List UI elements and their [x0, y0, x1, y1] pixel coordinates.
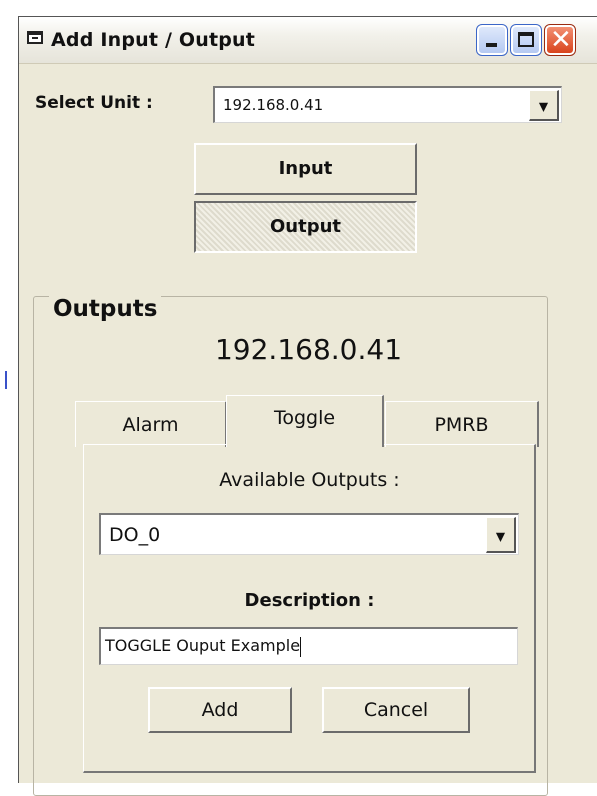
- outputs-group-title: Outputs: [49, 296, 162, 322]
- tab-alarm[interactable]: Alarm: [75, 401, 227, 447]
- text-caret: [300, 636, 302, 657]
- tab-toggle[interactable]: Toggle: [226, 395, 384, 447]
- output-button[interactable]: Output: [194, 201, 417, 253]
- available-outputs-label: Available Outputs :: [219, 469, 400, 491]
- select-unit-value: 192.168.0.41: [223, 96, 324, 114]
- available-outputs-dropdown-button[interactable]: ▼: [486, 517, 516, 553]
- minimize-icon: [486, 43, 497, 47]
- title-bar[interactable]: Add Input / Output ✕: [19, 17, 597, 64]
- window-title: Add Input / Output: [51, 29, 256, 51]
- available-outputs-value: DO_0: [109, 524, 161, 546]
- minimize-button[interactable]: [476, 24, 508, 56]
- maximize-icon: [518, 32, 534, 47]
- description-label: Description :: [244, 590, 375, 611]
- description-field[interactable]: TOGGLE Ouput Example: [99, 627, 518, 665]
- edge-mark: [5, 371, 7, 389]
- available-outputs-dropdown[interactable]: DO_0 ▼: [99, 513, 519, 555]
- select-unit-dropdown-button[interactable]: ▼: [529, 90, 559, 121]
- input-button[interactable]: Input: [194, 143, 417, 195]
- select-unit-label: Select Unit :: [35, 93, 153, 113]
- select-unit-dropdown[interactable]: 192.168.0.41 ▼: [213, 86, 562, 123]
- chevron-down-icon: ▼: [538, 99, 549, 114]
- add-button[interactable]: Add: [148, 687, 292, 733]
- chevron-down-icon: ▼: [495, 528, 506, 543]
- tab-pmrb[interactable]: PMRB: [385, 401, 539, 447]
- outputs-unit-ip: 192.168.0.41: [214, 333, 403, 366]
- close-icon: ✕: [550, 25, 572, 55]
- add-io-dialog: Add Input / Output ✕ Select Unit : 192.1…: [18, 16, 597, 796]
- description-value: TOGGLE Ouput Example: [105, 636, 301, 655]
- close-button[interactable]: ✕: [544, 24, 576, 56]
- window-app-icon[interactable]: [27, 31, 43, 44]
- maximize-button[interactable]: [510, 24, 542, 56]
- cancel-button[interactable]: Cancel: [322, 687, 470, 733]
